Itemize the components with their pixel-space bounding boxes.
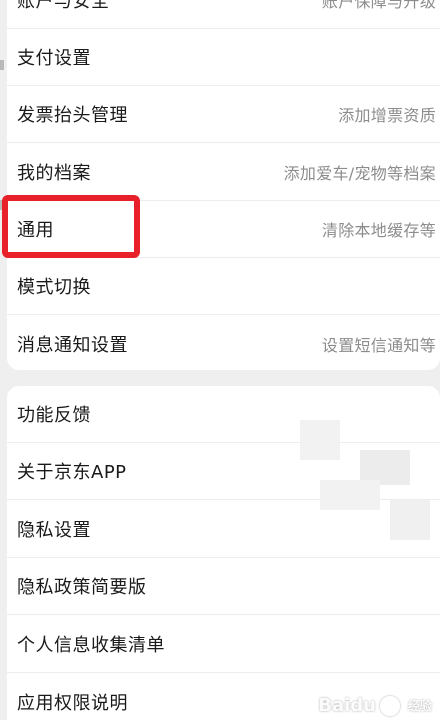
row-hint: 清除本地缓存等 (321, 221, 436, 240)
row-label: 我的档案 (17, 163, 91, 184)
row-hint: 添加增票资质 (338, 106, 436, 125)
settings-group-about: 功能反馈 关于京东APP 隐私设置 隐私政策简要版 个人信息收集清单 应用权限说… (7, 386, 440, 720)
row-privacy-settings[interactable]: 隐私设置 (7, 501, 440, 558)
settings-page: 账户与安全 账户保障与升级 支付设置 发票抬头管理 添加增票资质 我的档案 添加… (0, 0, 440, 720)
row-hint: 添加爱车/宠物等档案 (283, 164, 436, 183)
row-my-profile[interactable]: 我的档案 添加爱车/宠物等档案 (7, 144, 440, 201)
row-personal-info-list[interactable]: 个人信息收集清单 (7, 616, 440, 673)
row-label: 支付设置 (17, 48, 91, 69)
row-label: 个人信息收集清单 (17, 635, 165, 656)
row-label: 账户与安全 (17, 0, 110, 12)
row-payment-settings[interactable]: 支付设置 (7, 29, 440, 86)
row-account-security[interactable]: 账户与安全 账户保障与升级 (7, 0, 440, 29)
row-feedback[interactable]: 功能反馈 (7, 386, 440, 443)
baidu-watermark: Baidu 经验 (318, 695, 432, 716)
row-label: 发票抬头管理 (17, 105, 128, 126)
row-label: 关于京东APP (17, 462, 127, 483)
row-hint: 设置短信通知等 (321, 335, 436, 355)
row-label: 消息通知设置 (17, 334, 128, 356)
watermark-text: Baidu (318, 695, 376, 716)
row-label: 应用权限说明 (17, 692, 128, 714)
row-label: 功能反馈 (17, 405, 91, 426)
row-label: 隐私政策简要版 (17, 577, 147, 598)
row-about-app[interactable]: 关于京东APP (7, 443, 440, 500)
row-privacy-policy-brief[interactable]: 隐私政策简要版 (7, 558, 440, 615)
row-label: 模式切换 (17, 277, 91, 298)
row-invoice-title[interactable]: 发票抬头管理 添加增票资质 (7, 86, 440, 143)
settings-group-account: 账户与安全 账户保障与升级 支付设置 发票抬头管理 添加增票资质 我的档案 添加… (7, 0, 440, 370)
row-mode-switch[interactable]: 模式切换 (7, 258, 440, 315)
row-hint: 账户保障与升级 (321, 0, 436, 11)
paw-icon (379, 695, 400, 716)
annotation-highlight-box (2, 195, 140, 258)
row-notification-settings[interactable]: 消息通知设置 设置短信通知等 (7, 315, 440, 372)
watermark-sub: 经验 (407, 699, 432, 713)
row-label: 隐私设置 (17, 520, 91, 541)
edge-artifact (0, 60, 4, 70)
